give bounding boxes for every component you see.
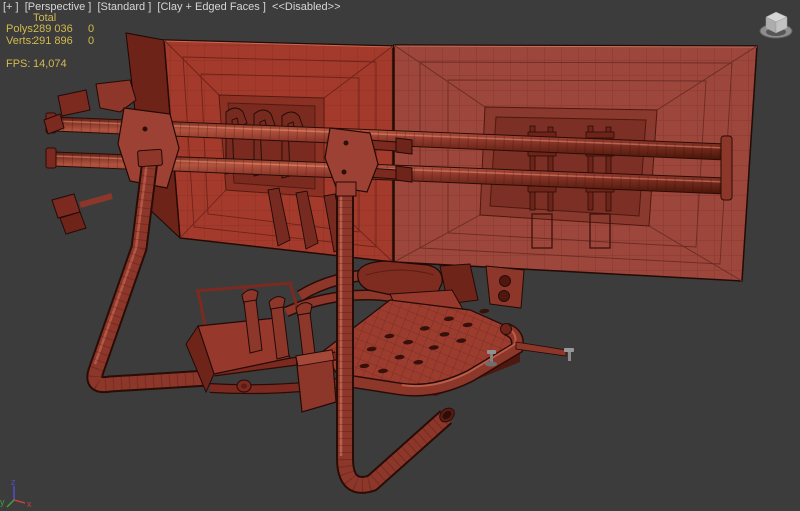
viewport-3d[interactable]: z x y [+ ] [Perspective ] [Standard ] [C… (0, 0, 800, 511)
bar-end-flange (721, 136, 732, 200)
seat-mount-hole (500, 276, 511, 287)
right-monitor[interactable] (390, 40, 765, 290)
scene-canvas[interactable]: z x y (0, 0, 800, 511)
stats-fps-value: 14,074 (33, 59, 67, 70)
axis-y-label: y (0, 497, 5, 507)
axis-x-line (14, 500, 25, 503)
right-monitor-recess-inner (490, 117, 646, 216)
stats-fps-label: FPS: (6, 59, 30, 70)
vesa-hooks-lower (268, 188, 346, 252)
post-clamp (336, 182, 356, 196)
stats-verts-label: Verts: (6, 36, 34, 47)
stats-polys-selected: 0 (88, 24, 94, 35)
seat-mount-hole (499, 291, 510, 302)
axis-y-line (7, 500, 14, 507)
base-platform[interactable] (320, 296, 574, 396)
leg-clamp (137, 149, 162, 167)
platform-arm (516, 342, 566, 356)
viewcube-icon[interactable] (760, 12, 792, 38)
bar-left-cap-lower (46, 148, 56, 168)
axis-x-label: x (27, 499, 32, 509)
pedal-cylinder-core (241, 384, 247, 389)
stats-polys-label: Polys: (6, 24, 36, 35)
rail-end-cap (501, 324, 512, 335)
stats-verts-selected: 0 (88, 36, 94, 47)
world-axis-gizmo: z x y (0, 477, 32, 509)
stats-polys-value: 289 036 (33, 24, 73, 35)
stats-verts-value: 291 896 (33, 36, 73, 47)
axis-z-label: z (11, 477, 16, 487)
